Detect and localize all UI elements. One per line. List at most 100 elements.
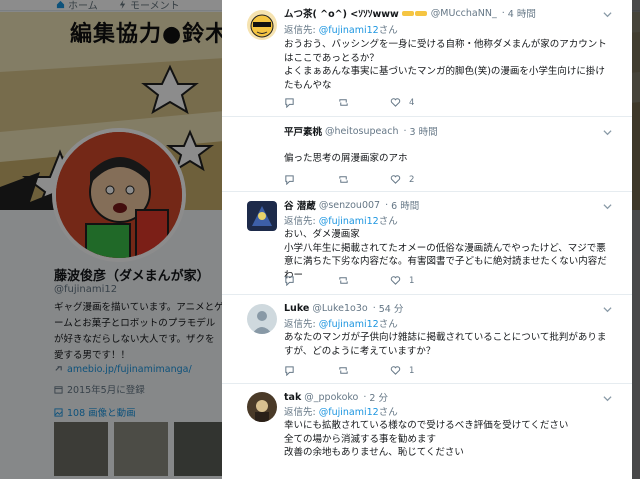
chevron-down-icon[interactable]: [603, 394, 612, 403]
user-handle[interactable]: @MUcchaNN_: [431, 8, 497, 19]
reply-mention[interactable]: @fujinami12: [319, 25, 379, 36]
tweet-actions: 2: [284, 174, 584, 188]
reply-mention[interactable]: @fujinami12: [319, 407, 379, 418]
heart-icon: [390, 366, 401, 375]
robot-avatar: [247, 201, 277, 231]
like-count: 1: [409, 365, 415, 376]
like-button[interactable]: 2: [390, 174, 414, 185]
user-avatar[interactable]: [247, 304, 277, 334]
retweet-button[interactable]: [338, 365, 357, 376]
like-button[interactable]: 4: [390, 97, 414, 108]
user-name[interactable]: tak: [284, 392, 301, 403]
retweet-icon: [339, 99, 348, 106]
retweet-button[interactable]: [338, 97, 357, 108]
tweet-text: おい、ダメ漫画家 小学八年生に掲載されてたオメーの低俗な漫画読んでやったけど、マ…: [284, 229, 607, 281]
reply-icon: [285, 175, 294, 185]
reply-button[interactable]: [284, 97, 303, 108]
reply-tweet[interactable]: tak @_ppokoko · 2 分 返信先: @fujinami12さん 幸…: [222, 385, 632, 479]
tweet-text: 幸いにも拡散されている様なので受けるべき評価を受けてください 全ての場から消滅す…: [284, 420, 569, 458]
separator-dot: ·: [498, 7, 508, 19]
reply-icon: [285, 276, 294, 286]
tweet-header: tak @_ppokoko · 2 分: [284, 390, 388, 405]
reply-label: 返信先:: [284, 407, 316, 418]
user-name[interactable]: 谷 潜蔵: [284, 198, 316, 212]
tweet-actions: 4: [284, 97, 584, 111]
reply-label: 返信先:: [284, 216, 316, 227]
heart-icon: [390, 175, 401, 184]
user-handle[interactable]: @Luke1o3o: [312, 303, 367, 314]
reply-suffix: さん: [378, 319, 398, 330]
tweet-time[interactable]: 3 時間: [410, 124, 438, 138]
emoji-hands: [401, 10, 427, 17]
like-count: 4: [409, 97, 415, 108]
reply-tweet[interactable]: ムつ茶( ^o^) <ｿｿｿwww @MUcchaNN_ · 4 時間 返信先:…: [222, 0, 632, 117]
user-name[interactable]: 平戸素桃: [284, 124, 322, 138]
sunglasses-face-avatar: [247, 10, 277, 40]
user-avatar[interactable]: [247, 201, 277, 231]
reply-button[interactable]: [284, 275, 303, 286]
tweet-time[interactable]: 6 時間: [391, 198, 419, 212]
user-avatar[interactable]: [247, 392, 277, 422]
like-button[interactable]: 1: [390, 275, 414, 286]
reply-to-line: 返信先: @fujinami12さん: [284, 22, 398, 36]
retweet-icon: [339, 176, 348, 183]
tweet-header: ムつ茶( ^o^) <ｿｿｿwww @MUcchaNN_ · 4 時間: [284, 6, 536, 21]
user-name[interactable]: Luke: [284, 303, 309, 314]
retweet-button[interactable]: [338, 275, 357, 286]
like-count: 2: [409, 174, 415, 185]
reply-label: 返信先:: [284, 319, 316, 330]
reply-suffix: さん: [378, 407, 398, 418]
heart-icon: [390, 98, 401, 107]
default-user-avatar: [247, 304, 277, 334]
reply-suffix: さん: [378, 25, 398, 36]
separator-dot: ·: [369, 302, 379, 314]
tweet-header: 谷 潜蔵 @senzou007 · 6 時間: [284, 198, 419, 213]
reply-button[interactable]: [284, 365, 303, 376]
reply-to-line: 返信先: @fujinami12さん: [284, 213, 398, 227]
reply-thread-panel: ムつ茶( ^o^) <ｿｿｿwww @MUcchaNN_ · 4 時間 返信先:…: [222, 0, 632, 479]
retweet-icon: [339, 367, 348, 374]
reply-to-line: 返信先: @fujinami12さん: [284, 316, 398, 330]
reply-tweet[interactable]: 谷 潜蔵 @senzou007 · 6 時間 返信先: @fujinami12さ…: [222, 193, 632, 295]
reply-tweet[interactable]: 平戸素桃 @heitosupeach · 3 時間 偏った思考の屑漫画家のアホ …: [222, 118, 632, 192]
chevron-down-icon[interactable]: [603, 305, 612, 314]
tweet-text: おうおう、バッシングを一身に受ける自称・他称ダメまんが家のアカウントはここであっ…: [284, 39, 607, 91]
tweet-actions: 1: [284, 365, 584, 379]
user-handle[interactable]: @heitosupeach: [325, 126, 398, 137]
retweet-icon: [339, 277, 348, 284]
hand-emoji-icon: [401, 10, 414, 16]
tweet-actions: 1: [284, 275, 584, 289]
reply-mention[interactable]: @fujinami12: [319, 216, 379, 227]
user-handle[interactable]: @_ppokoko: [304, 392, 358, 403]
chevron-down-icon[interactable]: [603, 10, 612, 19]
like-button[interactable]: 1: [390, 365, 414, 376]
like-count: 1: [409, 275, 415, 286]
tweet-text: あなたのマンガが子供向け雑誌に掲載されていることについて批判がありますが、どのよ…: [284, 332, 607, 357]
user-handle[interactable]: @senzou007: [319, 200, 380, 211]
separator-dot: ·: [360, 391, 370, 403]
tweet-header: 平戸素桃 @heitosupeach · 3 時間: [284, 124, 438, 139]
reply-icon: [285, 98, 294, 108]
chevron-down-icon[interactable]: [603, 128, 612, 137]
reply-button[interactable]: [284, 174, 303, 185]
chevron-down-icon[interactable]: [603, 202, 612, 211]
tweet-header: Luke @Luke1o3o · 54 分: [284, 301, 404, 316]
retweet-button[interactable]: [338, 174, 357, 185]
user-name[interactable]: ムつ茶( ^o^) <ｿｿｿwww: [284, 6, 399, 20]
reply-suffix: さん: [378, 216, 398, 227]
reply-label: 返信先:: [284, 25, 316, 36]
reply-to-line: 返信先: @fujinami12さん: [284, 404, 398, 418]
tweet-time[interactable]: 54 分: [379, 301, 404, 315]
tweet-time[interactable]: 4 時間: [508, 6, 536, 20]
separator-dot: ·: [400, 125, 410, 137]
tweet-time[interactable]: 2 分: [369, 390, 388, 404]
separator-dot: ·: [382, 199, 392, 211]
reply-mention[interactable]: @fujinami12: [319, 319, 379, 330]
reply-icon: [285, 366, 294, 376]
heart-icon: [390, 276, 401, 285]
reply-tweet[interactable]: Luke @Luke1o3o · 54 分 返信先: @fujinami12さん…: [222, 296, 632, 384]
user-avatar[interactable]: [247, 10, 277, 40]
scrollbar[interactable]: [632, 0, 640, 479]
hand-emoji-icon: [414, 10, 427, 16]
photo-avatar: [247, 392, 277, 422]
